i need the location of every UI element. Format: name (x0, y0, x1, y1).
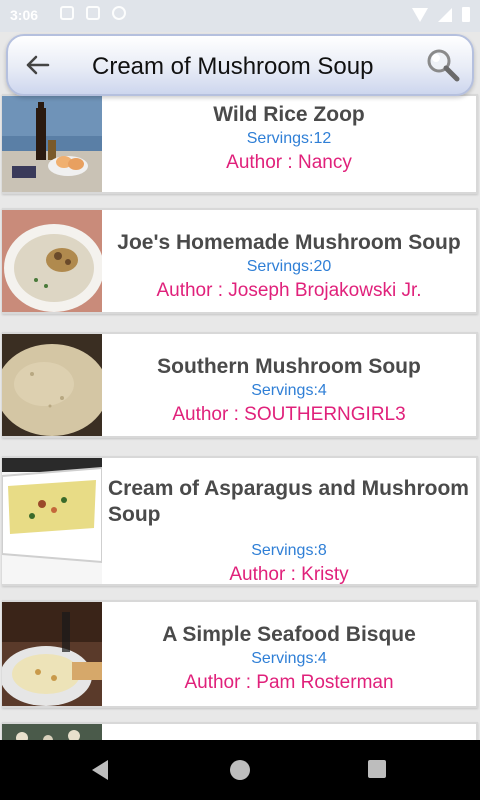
nav-recents-icon[interactable] (368, 760, 386, 778)
recipe-info: Joe's Homemade Mushroom Soup Servings:20… (108, 210, 470, 312)
recipe-thumbnail (2, 334, 102, 436)
magnifier-icon[interactable] (426, 48, 460, 82)
recipe-info: Cream of Asparagus and Mushroom Soup Ser… (108, 458, 470, 585)
recipe-info: Southern Mushroom Soup Servings:4 Author… (108, 334, 470, 436)
recipe-author: Author : Nancy (226, 152, 352, 173)
recipe-list[interactable]: Wild Rice Zoop Servings:12 Author : Nanc… (0, 88, 480, 740)
recipe-author: Author : SOUTHERNGIRL3 (172, 404, 406, 425)
recipe-title: Wild Rice Zoop (213, 103, 365, 126)
recipe-card[interactable]: Wild Rice Zoop Servings:12 Author : Nanc… (2, 94, 478, 194)
recipe-author: Author : Pam Rosterman (184, 672, 394, 693)
recipe-thumbnail (2, 602, 102, 706)
arrow-left-icon[interactable] (22, 50, 52, 80)
navigation-bar (0, 740, 480, 800)
recipe-thumbnail (2, 458, 102, 584)
notification-icon (60, 6, 74, 20)
recipe-servings: Servings:8 (251, 542, 327, 559)
notification-icons (60, 6, 126, 20)
search-bar: Cream of Mushroom Soup (6, 34, 474, 96)
recipe-author: Author : Kristy (229, 564, 349, 585)
recipe-title: Southern Mushroom Soup (157, 355, 421, 378)
status-bar: 3:06 (0, 0, 480, 32)
recipe-servings: Servings:12 (246, 130, 332, 147)
recipe-info: Wild Rice Zoop Servings:12 Author : Nanc… (108, 96, 470, 192)
recipe-title: Joe's Homemade Mushroom Soup (117, 231, 461, 254)
nav-home-icon[interactable] (230, 760, 250, 780)
recipe-card[interactable]: Joe's Homemade Mushroom Soup Servings:20… (2, 208, 478, 314)
signal-icon (438, 7, 452, 22)
notification-icon (86, 6, 100, 20)
recipe-card[interactable]: A Simple Seafood Bisque Servings:4 Autho… (2, 600, 478, 708)
battery-icon (462, 7, 470, 22)
recipe-card[interactable]: Southern Mushroom Soup Servings:4 Author… (2, 332, 478, 438)
recipe-thumbnail (2, 96, 102, 192)
recipe-card[interactable]: Cream of Asparagus and Mushroom Soup Ser… (2, 456, 478, 586)
wifi-icon (412, 7, 428, 22)
recipe-servings: Servings:20 (246, 258, 332, 275)
recipe-title: Cream of Asparagus and Mushroom Soup (108, 477, 469, 526)
recipe-thumbnail (2, 210, 102, 312)
recipe-thumbnail (2, 724, 102, 740)
recipe-title: A Simple Seafood Bisque (162, 623, 416, 646)
recipe-card-partial[interactable] (2, 722, 478, 740)
search-input[interactable]: Cream of Mushroom Soup (92, 53, 373, 81)
status-time: 3:06 (10, 7, 39, 23)
notification-icon (112, 6, 126, 20)
recipe-servings: Servings:4 (251, 650, 327, 667)
system-icons (412, 7, 470, 22)
recipe-info: A Simple Seafood Bisque Servings:4 Autho… (108, 602, 470, 706)
recipe-servings: Servings:4 (251, 382, 327, 399)
recipe-author: Author : Joseph Brojakowski Jr. (156, 280, 422, 301)
nav-back-icon[interactable] (92, 760, 108, 780)
